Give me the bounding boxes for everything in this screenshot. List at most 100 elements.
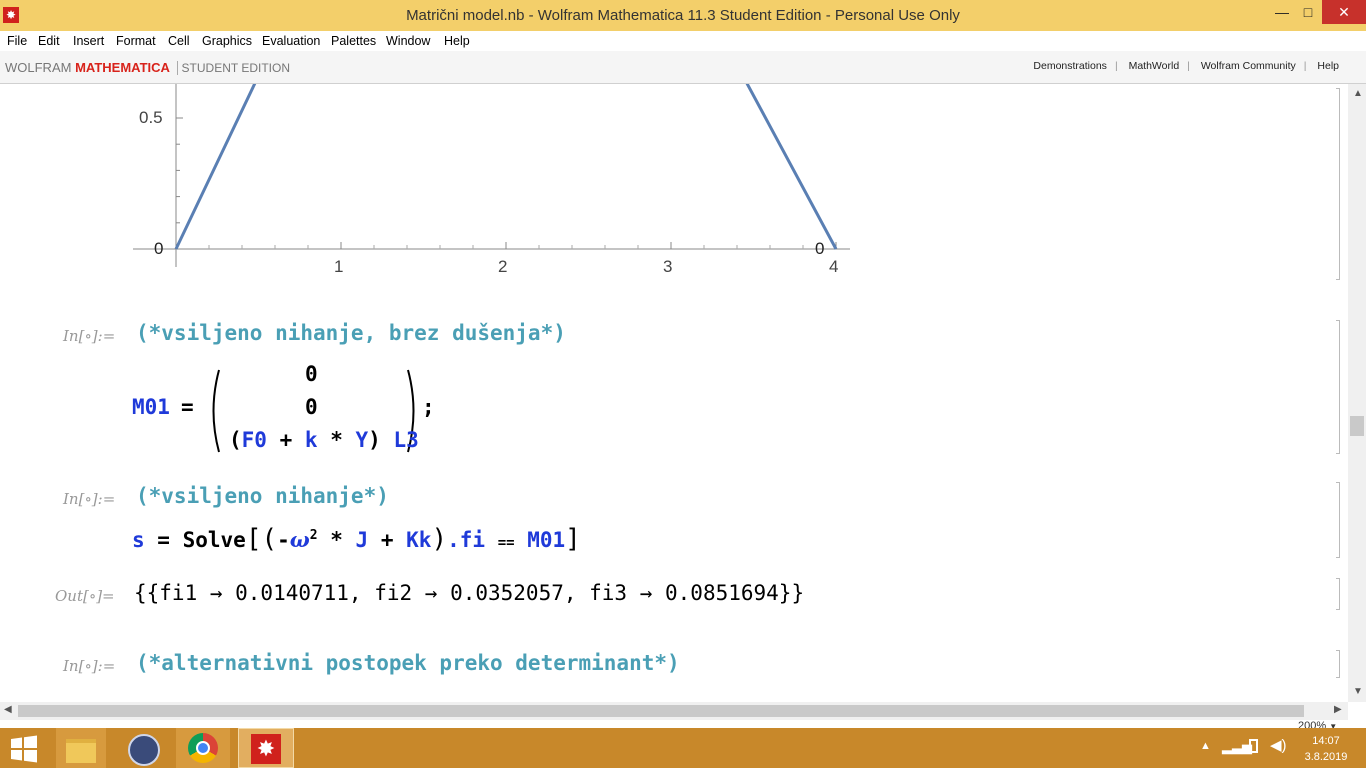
- resource-links: Demonstrations | MathWorld | Wolfram Commu…: [1033, 60, 1339, 72]
- menu-edit[interactable]: Edit: [38, 34, 60, 48]
- clock-date: 3.8.2019: [1304, 751, 1348, 763]
- matrix-entry-2[interactable]: 0: [305, 395, 318, 419]
- axis-ticks: [176, 117, 837, 249]
- menu-bar: File Edit Insert Format Cell Graphics Ev…: [0, 31, 1366, 51]
- vertical-scrollbar[interactable]: ▲ ▼: [1348, 84, 1366, 702]
- symbol-k: k: [304, 428, 318, 452]
- menu-window[interactable]: Window: [386, 34, 430, 48]
- brand-wolfram: WOLFRAM: [5, 60, 72, 75]
- x-tick-label-1: 1: [334, 257, 344, 276]
- horizontal-scroll-thumb[interactable]: [18, 705, 1304, 717]
- exponent: 2: [309, 528, 318, 543]
- cell-bracket[interactable]: [1336, 320, 1340, 454]
- input-label: In[∘]:=: [63, 657, 116, 675]
- symbol-j: J: [355, 528, 369, 552]
- symbol-m01[interactable]: M01: [132, 395, 170, 419]
- clock[interactable]: 14:07 3.8.2019: [1296, 733, 1356, 765]
- brand-mathematica: MATHEMATICA: [75, 60, 170, 75]
- app-icon: [128, 734, 160, 766]
- scroll-down-arrow-icon[interactable]: ▼: [1353, 686, 1363, 697]
- menu-evaluation[interactable]: Evaluation: [262, 34, 320, 48]
- x-tick-label-3: 3: [663, 257, 673, 276]
- brand-logo: WOLFRAM MATHEMATICA STUDENT EDITION: [5, 60, 290, 75]
- plot-end-label: 0: [815, 239, 825, 258]
- menu-format[interactable]: Format: [116, 34, 156, 48]
- cell-bracket[interactable]: [1336, 88, 1340, 280]
- cell-bracket[interactable]: [1336, 482, 1340, 558]
- brand-edition: STUDENT EDITION: [176, 61, 290, 75]
- app-taskbar-button[interactable]: [118, 728, 168, 768]
- output-label: Out[∘]=: [55, 587, 115, 605]
- matrix-entry-1[interactable]: 0: [305, 362, 318, 386]
- folder-icon: [66, 739, 96, 763]
- menu-file[interactable]: File: [7, 34, 27, 48]
- scroll-up-arrow-icon[interactable]: ▲: [1353, 88, 1363, 99]
- title-bar: ✸ Matrični model.nb - Wolfram Mathematic…: [0, 0, 1366, 31]
- scroll-left-arrow-icon[interactable]: ◀: [4, 704, 12, 715]
- y-tick-label-0.5: 0.5: [139, 108, 163, 127]
- output-result[interactable]: {{fi1 → 0.0140711, fi2 → 0.0352057, fi3 …: [134, 581, 804, 605]
- bracket-open: [: [245, 524, 262, 554]
- comment-forced-no-damping[interactable]: (*vsiljeno nihanje, brez dušenja*): [136, 321, 566, 345]
- mathematica-taskbar-button[interactable]: ✸: [238, 728, 294, 768]
- close-button[interactable]: ✕: [1322, 0, 1366, 24]
- cell-bracket[interactable]: [1336, 650, 1340, 678]
- equals-sign: =: [181, 395, 194, 419]
- taskbar: ✸ ▲ ▂▃▅ ◀) 14:07 3.8.2019: [0, 728, 1366, 768]
- solve-expression[interactable]: s = Solve[(-ω2 * J + Kk).fi == M01]: [132, 524, 581, 554]
- menu-cell[interactable]: Cell: [168, 34, 190, 48]
- comment-forced[interactable]: (*vsiljeno nihanje*): [136, 484, 389, 508]
- matrix-entry-3[interactable]: (F0 + k * Y) L3: [229, 428, 419, 452]
- cell-bracket[interactable]: [1336, 578, 1340, 610]
- notebook-area[interactable]: 0.5 0 1 2 3 4 0 In[∘]:= (*vsiljeno nihan…: [0, 84, 1348, 702]
- symbol-fi: .fi: [447, 528, 486, 552]
- paren-close: ): [431, 524, 448, 554]
- semicolon: ;: [422, 395, 435, 419]
- plot-graphic[interactable]: [0, 84, 900, 294]
- comment-alternative-method[interactable]: (*alternativni postopek preko determinan…: [136, 651, 680, 675]
- vertical-scroll-thumb[interactable]: [1350, 416, 1364, 436]
- window-title: Matrični model.nb - Wolfram Mathematica …: [406, 7, 960, 24]
- battery-icon[interactable]: [1249, 739, 1258, 753]
- equals-sign: =: [144, 528, 183, 552]
- symbol-f0: F0: [241, 428, 267, 452]
- menu-insert[interactable]: Insert: [73, 34, 104, 48]
- bracket-close: ]: [565, 524, 581, 554]
- menu-palettes[interactable]: Palettes: [331, 34, 376, 48]
- link-mathworld[interactable]: MathWorld: [1129, 60, 1180, 72]
- mathematica-icon: ✸: [251, 734, 281, 764]
- paren-close: ): [368, 428, 381, 452]
- symbol-omega: ω: [289, 527, 310, 552]
- speaker-icon[interactable]: ◀): [1270, 736, 1287, 754]
- plus-sign: +: [266, 428, 305, 452]
- symbol-s: s: [132, 528, 145, 552]
- clock-time: 14:07: [1312, 735, 1340, 747]
- chevron-up-icon[interactable]: ▲: [1200, 740, 1211, 752]
- restore-button[interactable]: □: [1296, 0, 1320, 24]
- scroll-right-arrow-icon[interactable]: ▶: [1334, 704, 1342, 715]
- menu-graphics[interactable]: Graphics: [202, 34, 252, 48]
- symbol-kk: Kk: [406, 528, 432, 552]
- paren-open: (: [261, 524, 278, 554]
- times-sign: *: [317, 428, 356, 452]
- network-icon[interactable]: ▂▃▅: [1222, 739, 1252, 755]
- chrome-icon: [188, 733, 218, 763]
- chrome-taskbar-button[interactable]: [176, 728, 230, 768]
- link-demonstrations[interactable]: Demonstrations: [1033, 60, 1107, 72]
- x-tick-label-2: 2: [498, 257, 508, 276]
- link-help[interactable]: Help: [1317, 60, 1339, 72]
- minimize-button[interactable]: —: [1270, 0, 1294, 24]
- link-wolfram-community[interactable]: Wolfram Community: [1201, 60, 1296, 72]
- menu-help[interactable]: Help: [444, 34, 470, 48]
- symbol-l3: L3: [393, 428, 419, 452]
- symbol-m01: M01: [527, 528, 566, 552]
- brand-bar: WOLFRAM MATHEMATICA STUDENT EDITION Demo…: [0, 51, 1366, 84]
- file-explorer-taskbar-button[interactable]: [56, 728, 106, 768]
- equality-sign: ==: [497, 535, 515, 551]
- function-solve: Solve: [182, 528, 246, 552]
- series-line: [174, 84, 838, 250]
- paren-open: (: [229, 428, 242, 452]
- symbol-y: Y: [355, 428, 369, 452]
- horizontal-scrollbar[interactable]: ◀ ▶: [0, 702, 1348, 720]
- windows-start-icon[interactable]: [9, 734, 39, 764]
